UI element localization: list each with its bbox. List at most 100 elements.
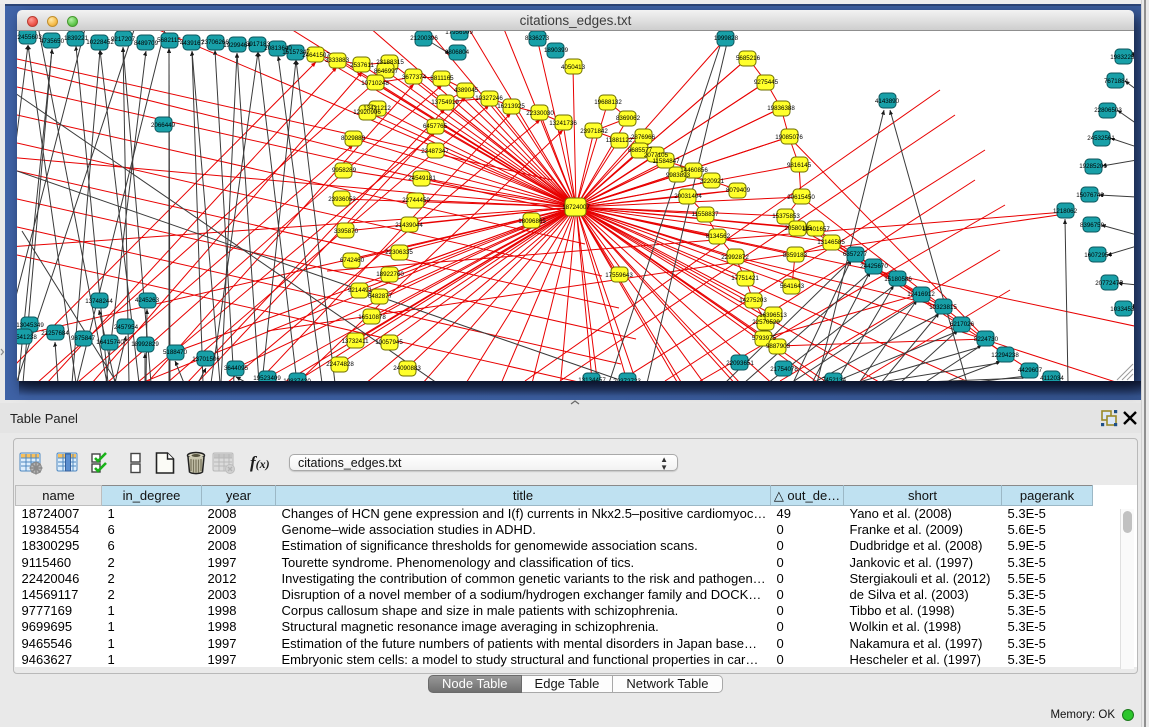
svg-text:12920906: 12920906 [353, 109, 381, 116]
svg-text:19688132: 19688132 [594, 99, 622, 106]
svg-text:18096865: 18096865 [518, 218, 546, 225]
svg-text:8811165: 8811165 [430, 75, 454, 82]
svg-text:18992829: 18992829 [131, 341, 159, 348]
svg-text:22570529: 22570529 [752, 319, 780, 326]
svg-text:8489709: 8489709 [134, 40, 159, 47]
svg-text:1839221: 1839221 [64, 35, 89, 42]
svg-text:4050413: 4050413 [561, 64, 586, 71]
svg-text:5682115: 5682115 [157, 37, 181, 44]
svg-text:5793975: 5793975 [752, 335, 777, 342]
svg-text:9816145: 9816145 [787, 162, 812, 169]
svg-text:4429607: 4429607 [1018, 367, 1043, 374]
svg-text:2066449: 2066449 [151, 122, 176, 129]
svg-text:16415740: 16415740 [96, 339, 124, 346]
svg-text:14275203: 14275203 [739, 297, 767, 304]
svg-text:9887903: 9887903 [766, 343, 791, 350]
svg-text:6742460: 6742460 [340, 257, 365, 264]
svg-text:24549181: 24549181 [408, 175, 436, 182]
svg-text:17956909: 17956909 [445, 31, 473, 36]
svg-text:1218062: 1218062 [1053, 208, 1078, 215]
svg-text:5685216: 5685216 [736, 55, 761, 62]
svg-text:13732411: 13732411 [341, 338, 369, 345]
svg-text:8396759: 8396759 [1080, 222, 1105, 229]
svg-text:9217207: 9217207 [111, 36, 136, 43]
svg-text:10327246: 10327246 [475, 95, 503, 102]
svg-text:17559643: 17559643 [605, 272, 633, 279]
svg-text:9875847: 9875847 [71, 335, 96, 342]
svg-text:23188315: 23188315 [376, 59, 404, 66]
svg-text:8359183: 8359183 [783, 252, 808, 259]
svg-text:8029889: 8029889 [341, 135, 366, 142]
svg-text:8134562: 8134562 [706, 233, 731, 240]
svg-text:8806804: 8806804 [445, 49, 470, 56]
svg-text:17751421: 17751421 [731, 275, 759, 282]
svg-text:16510878: 16510878 [358, 314, 386, 321]
svg-text:3644095: 3644095 [224, 365, 249, 372]
svg-text:8079409: 8079409 [726, 187, 751, 194]
svg-text:11881122: 11881122 [606, 137, 633, 144]
svg-text:10057945: 10057945 [375, 339, 403, 346]
svg-text:6357277: 6357277 [843, 251, 868, 258]
svg-text:13241736: 13241736 [549, 120, 577, 127]
svg-text:1890399: 1890399 [544, 47, 569, 54]
svg-text:16396513: 16396513 [759, 312, 787, 319]
svg-text:6482877: 6482877 [368, 293, 393, 300]
svg-text:12416912: 12416912 [907, 291, 935, 298]
svg-text:19085076: 19085076 [775, 134, 803, 141]
svg-text:14401657: 14401657 [802, 226, 830, 233]
svg-text:13754919: 13754919 [431, 99, 459, 106]
svg-text:4389045: 4389045 [454, 87, 479, 94]
svg-text:24532561: 24532561 [1087, 135, 1115, 142]
svg-text:21257684: 21257684 [41, 330, 69, 337]
svg-text:6457765: 6457765 [423, 123, 448, 130]
svg-text:22806503: 22806503 [1094, 107, 1122, 114]
svg-text:13701506: 13701506 [192, 356, 220, 363]
svg-text:18922760: 18922760 [376, 271, 404, 278]
svg-text:5188470: 5188470 [163, 349, 188, 356]
svg-text:19836388: 19836388 [767, 105, 795, 112]
svg-text:22744459: 22744459 [402, 197, 430, 204]
svg-text:10323815: 10323815 [929, 304, 957, 311]
svg-text:15076749: 15076749 [1076, 192, 1104, 199]
svg-text:10334531: 10334531 [1110, 306, 1134, 313]
svg-text:8369062: 8369062 [616, 115, 641, 122]
svg-text:23936053: 23936053 [328, 196, 356, 203]
svg-text:20615450: 20615450 [787, 194, 815, 201]
svg-text:2876966: 2876966 [631, 134, 656, 141]
svg-text:8336273: 8336273 [525, 35, 550, 42]
svg-text:21439044: 21439044 [395, 222, 423, 229]
svg-text:8646997: 8646997 [374, 68, 399, 75]
svg-text:4735650: 4735650 [40, 38, 65, 45]
svg-text:4245263: 4245263 [135, 297, 160, 304]
svg-text:3677374: 3677374 [402, 74, 427, 81]
svg-text:12541238: 12541238 [17, 334, 37, 341]
svg-text:23971842: 23971842 [580, 128, 608, 135]
svg-text:20772475: 20772475 [1095, 280, 1123, 287]
svg-text:23487347: 23487347 [421, 148, 449, 155]
svg-text:24090883: 24090883 [393, 365, 421, 372]
svg-text:18724007: 18724007 [562, 204, 590, 211]
svg-text:19285201: 19285201 [1079, 163, 1107, 170]
svg-text:3220921: 3220921 [700, 178, 725, 185]
svg-text:12294238: 12294238 [991, 352, 1019, 359]
svg-text:2537611: 2537611 [350, 62, 374, 69]
svg-text:15180586: 15180586 [884, 276, 912, 283]
svg-text:4143890: 4143890 [875, 98, 900, 105]
svg-text:3395870: 3395870 [334, 228, 359, 235]
svg-text:22474828: 22474828 [326, 361, 354, 368]
svg-text:22330030: 22330030 [526, 110, 554, 117]
svg-text:5641643: 5641643 [780, 283, 805, 290]
svg-text:22455603: 22455603 [17, 34, 42, 41]
svg-text:22093651: 22093651 [726, 360, 754, 367]
svg-text:9275445: 9275445 [754, 79, 779, 86]
svg-text:19832259: 19832259 [1110, 54, 1134, 61]
svg-text:22992872: 22992872 [721, 254, 749, 261]
svg-text:1999828: 1999828 [714, 35, 739, 42]
svg-text:21200396: 21200396 [410, 35, 438, 42]
svg-text:9958289: 9958289 [332, 167, 357, 174]
svg-text:13045349: 13045349 [17, 322, 44, 329]
svg-text:11584847: 11584847 [652, 158, 680, 165]
svg-text:3333883: 3333883 [325, 57, 350, 64]
svg-text:8224730: 8224730 [974, 336, 999, 343]
svg-text:13748244: 13748244 [85, 298, 113, 305]
